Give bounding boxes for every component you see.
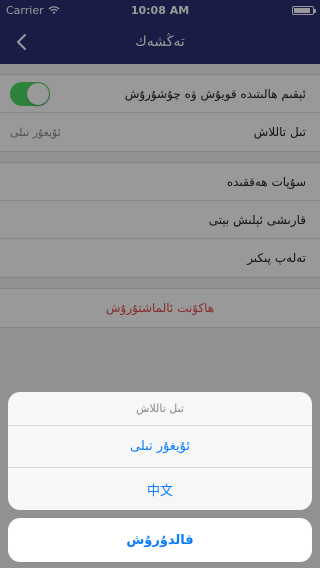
option-uyghur[interactable]: ئۇيغۇر تىلى [8,426,312,468]
cancel-button[interactable]: قالدۇرۇش [8,518,312,562]
option-chinese[interactable]: 中文 [8,468,312,510]
action-sheet: تىل تاللاش ئۇيغۇر تىلى 中文 [8,392,312,510]
settings-screen: Carrier 10:08 AM تەڭشەك ئېقىم ھالىتىدە ق… [0,0,320,568]
action-sheet-title: تىل تاللاش [8,392,312,426]
action-sheet-cancel: قالدۇرۇش [8,518,312,562]
